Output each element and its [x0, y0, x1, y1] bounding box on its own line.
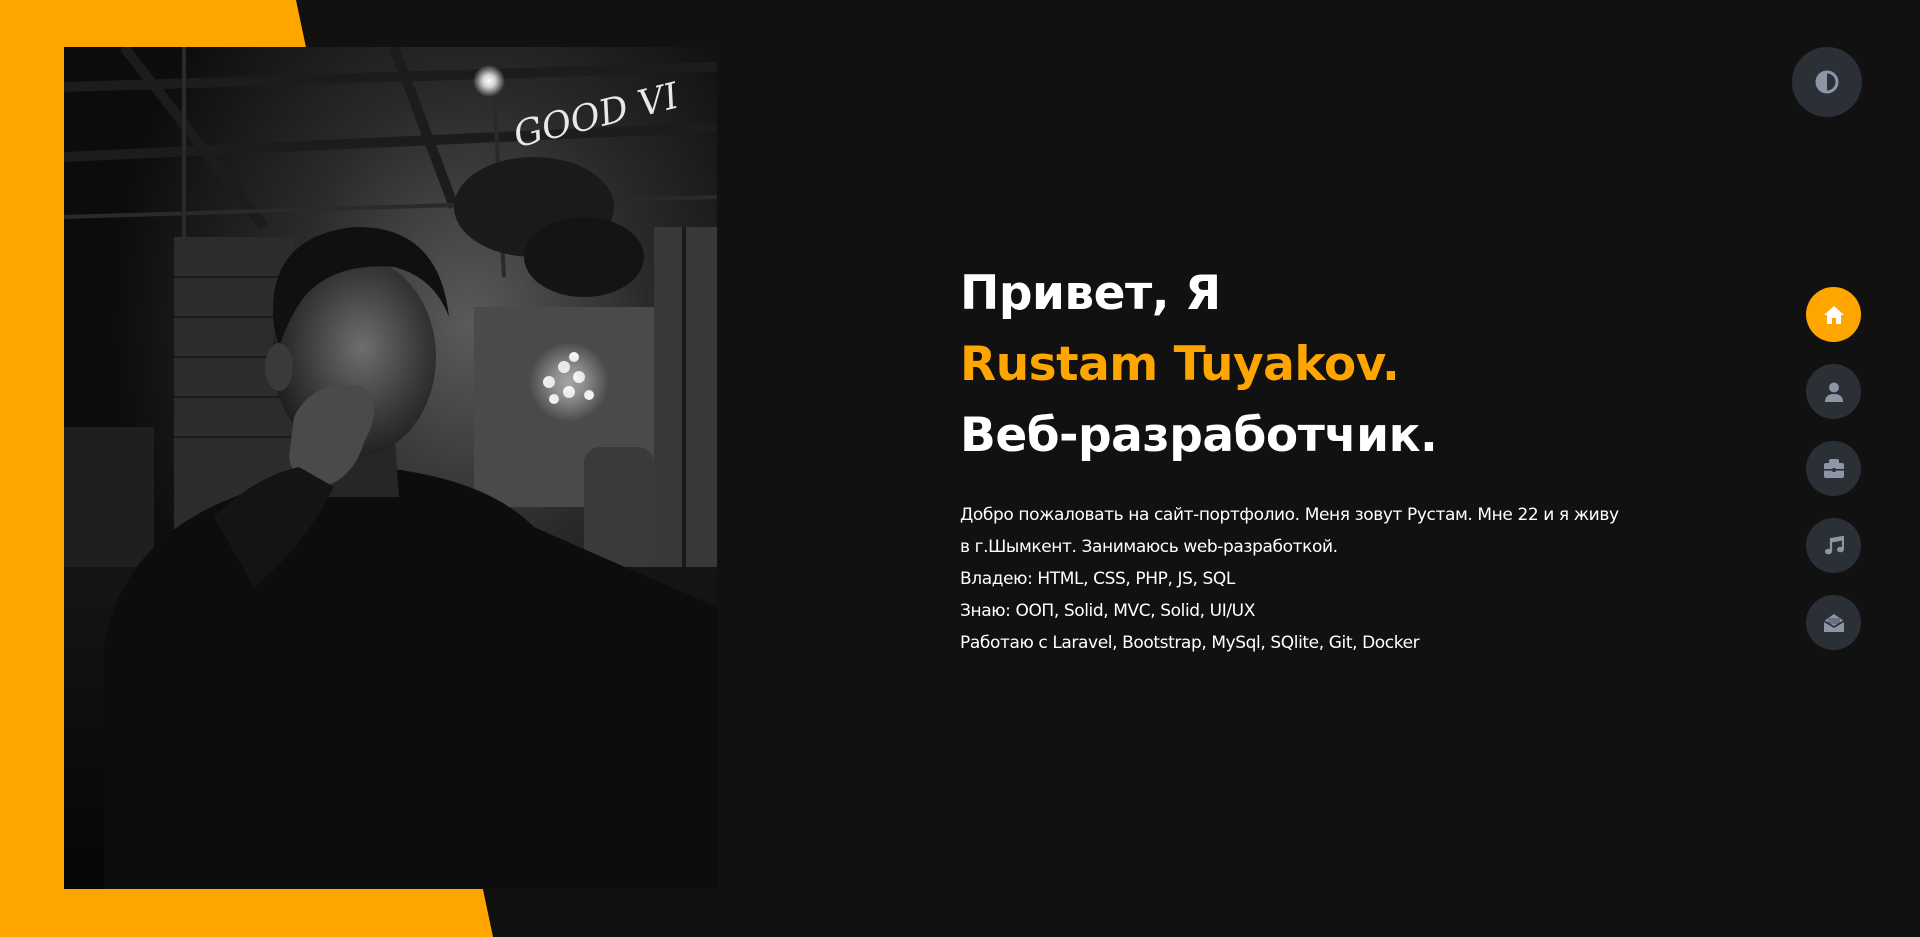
portrait-photo: GOOD VI [64, 47, 717, 889]
nav-contact-button[interactable] [1806, 595, 1861, 650]
about-knowledge: Знаю: ООП, Solid, MVC, Solid, UI/UX [960, 601, 1255, 621]
home-icon [1823, 305, 1844, 324]
about-tools: Работаю с Laravel, Bootstrap, MySql, SQl… [960, 633, 1420, 653]
music-icon [1824, 535, 1844, 554]
envelope-open-icon [1823, 613, 1844, 632]
about-intro: Добро пожаловать на сайт-портфолио. Меня… [960, 505, 1619, 557]
nav-about-button[interactable] [1806, 364, 1861, 419]
user-icon [1824, 382, 1843, 402]
hero-section: Привет, Я Rustam Tuyakov. Веб-разработчи… [960, 258, 1620, 659]
about-skills: Владею: HTML, CSS, PHP, JS, SQL [960, 569, 1235, 589]
theme-toggle-button[interactable] [1792, 47, 1862, 117]
briefcase-icon [1823, 458, 1844, 478]
greeting-text: Привет, Я [960, 266, 1221, 321]
contrast-icon [1815, 70, 1839, 94]
hero-heading: Привет, Я Rustam Tuyakov. Веб-разработчи… [960, 258, 1620, 471]
about-text: Добро пожаловать на сайт-портфолио. Меня… [960, 499, 1620, 659]
nav-music-button[interactable] [1806, 518, 1861, 573]
role-text: Веб-разработчик. [960, 408, 1438, 463]
side-nav [1806, 287, 1861, 672]
nav-portfolio-button[interactable] [1806, 441, 1861, 496]
nav-home-button[interactable] [1806, 287, 1861, 342]
name-text: Rustam Tuyakov. [960, 337, 1400, 392]
page: GOOD VI Привет, Я Rustam Tuyakov. Веб-ра… [0, 0, 1920, 937]
